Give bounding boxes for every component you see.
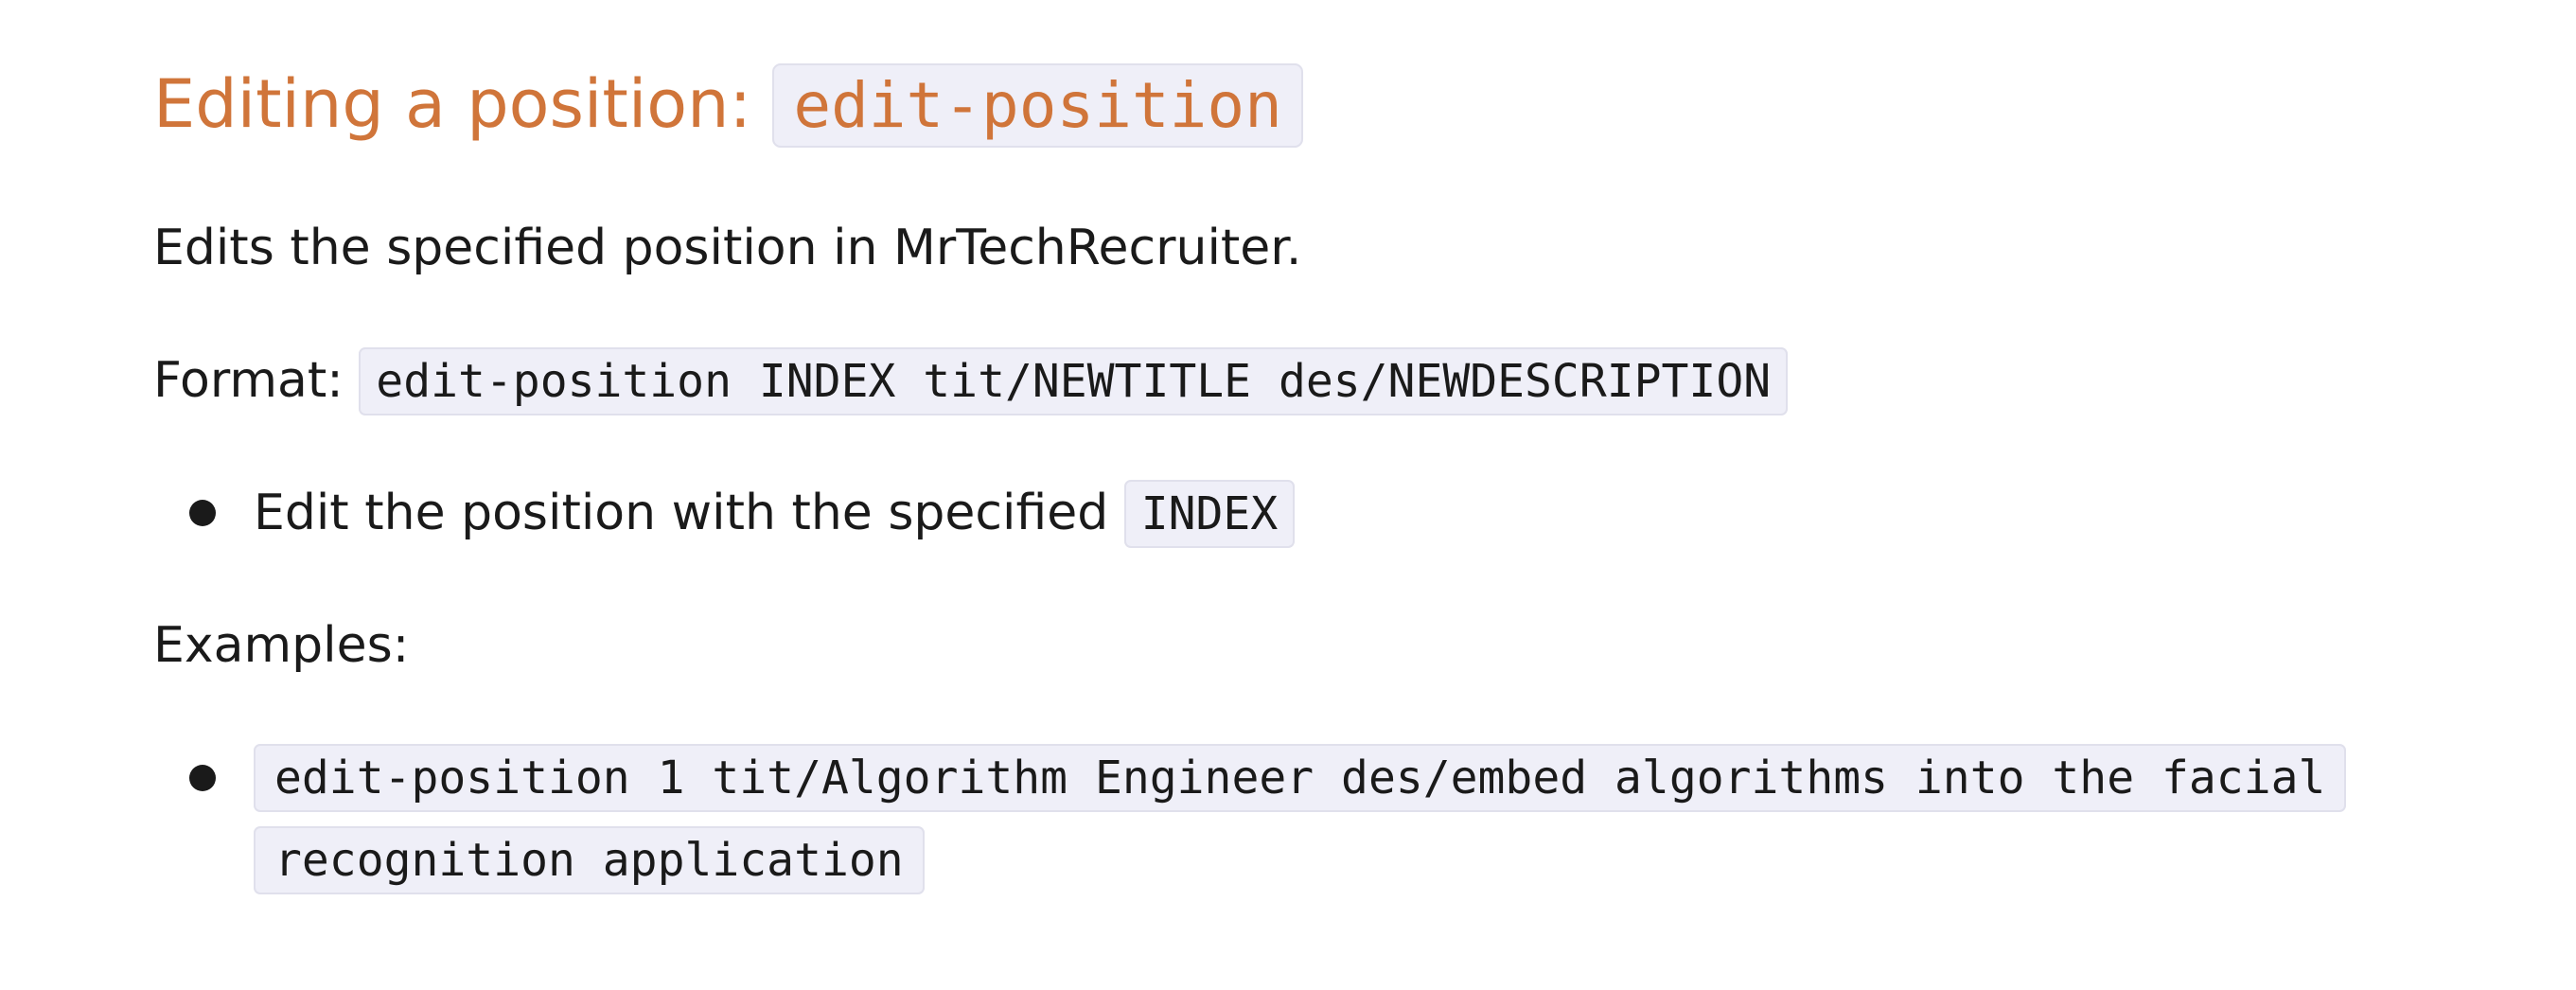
rule-index-code: INDEX [1123, 480, 1296, 548]
format-paragraph: Format: edit-position INDEX tit/NEWTITLE… [153, 343, 1789, 419]
examples-label: Examples: [153, 617, 410, 674]
example-command-code: edit-position 1 tit/Algorithm Engineer d… [254, 744, 2347, 894]
format-syntax-code: edit-position INDEX tit/NEWTITLE des/NEW… [359, 347, 1789, 415]
bullet-icon [189, 500, 216, 526]
section-heading: Editing a position: edit-position [153, 55, 1303, 155]
example-list-item: edit-position 1 tit/Algorithm Engineer d… [254, 736, 2370, 901]
command-description: Edits the specified position in MrTechRe… [153, 220, 1302, 276]
rule-text: Edit the position with the specified [254, 485, 1109, 541]
heading-command-code: edit-position [772, 63, 1303, 148]
format-label: Format: [153, 352, 344, 409]
rule-list-item: Edit the position with the specified IND… [254, 475, 1296, 552]
bullet-icon [189, 765, 216, 791]
section-heading-text: Editing a position: [153, 65, 752, 143]
